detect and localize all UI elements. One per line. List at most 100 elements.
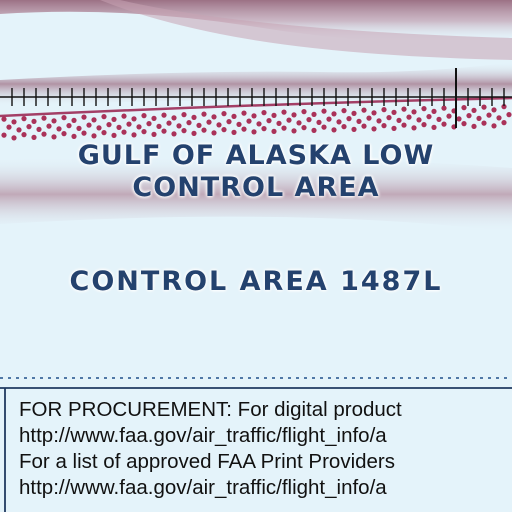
boundary-dot <box>381 107 387 113</box>
boundary-dot <box>216 122 222 128</box>
boundary-dot <box>166 120 172 126</box>
boundary-dot <box>86 122 92 128</box>
boundary-dot <box>191 114 197 120</box>
boundary-dot <box>131 132 137 138</box>
boundary-dot <box>306 117 312 123</box>
boundary-dot <box>91 133 97 139</box>
boundary-dot <box>51 118 57 124</box>
boundary-dot <box>131 116 137 122</box>
boundary-dot <box>466 113 472 119</box>
note-line-print-providers: For a list of approved FAA Print Provide… <box>19 450 395 473</box>
boundary-dot <box>406 114 412 120</box>
boundary-dot <box>181 128 187 134</box>
area-name-line1: GULF OF ALASKA LOW <box>77 140 435 171</box>
boundary-dot <box>111 132 117 138</box>
boundary-dot <box>261 126 267 132</box>
boundary-dot <box>351 110 357 116</box>
boundary-dot <box>196 122 202 128</box>
boundary-dot <box>21 116 27 122</box>
boundary-dot <box>161 112 167 118</box>
boundary-dot <box>336 119 342 125</box>
boundary-dot <box>211 114 217 120</box>
boundary-dot <box>446 113 452 119</box>
boundary-dot <box>296 120 302 126</box>
boundary-dot <box>126 121 132 127</box>
boundary-dot <box>401 122 407 128</box>
note-line-procurement: FOR PROCUREMENT: For digital product <box>19 398 402 421</box>
boundary-dot <box>96 125 102 131</box>
upper-boundary-band <box>0 0 512 60</box>
boundary-dot <box>6 124 12 130</box>
boundary-dot <box>251 113 257 119</box>
boundary-dot <box>481 104 487 110</box>
boundary-dot <box>316 119 322 125</box>
boundary-dot <box>1 116 7 122</box>
boundary-dot <box>361 123 367 129</box>
boundary-dot <box>386 115 392 121</box>
area-name-line2: CONTROL AREA <box>132 172 380 203</box>
boundary-dot <box>241 126 247 132</box>
boundary-dot <box>151 115 157 121</box>
boundary-dot <box>371 126 377 132</box>
boundary-dot <box>361 107 367 113</box>
boundary-dot <box>121 113 127 119</box>
boundary-dot <box>106 122 112 128</box>
boundary-dot <box>506 112 512 118</box>
boundary-dot <box>16 127 22 133</box>
boundary-dot <box>346 116 352 122</box>
note-line-url-2[interactable]: http://www.faa.gov/air_traffic/flight_in… <box>19 475 512 501</box>
boundary-dot <box>321 124 327 130</box>
boundary-dot <box>431 124 437 130</box>
boundary-dot <box>381 123 387 129</box>
boundary-dot <box>66 123 72 129</box>
boundary-dot <box>321 108 327 114</box>
boundary-dot <box>176 123 182 129</box>
boundary-dot <box>286 117 292 123</box>
boundary-dot <box>341 124 347 130</box>
boundary-dot <box>121 129 127 135</box>
boundary-dot <box>396 117 402 123</box>
boundary-dot <box>301 125 307 131</box>
boundary-dot <box>436 116 442 122</box>
boundary-dot <box>51 134 57 140</box>
boundary-dot <box>421 122 427 128</box>
boundary-dot <box>46 123 52 129</box>
boundary-dot <box>181 112 187 118</box>
boundary-dot <box>161 128 167 134</box>
boundary-dot <box>391 109 397 115</box>
boundary-dot <box>301 109 307 115</box>
boundary-dot <box>81 114 87 120</box>
boundary-dot <box>36 126 42 132</box>
boundary-dot <box>461 121 467 127</box>
boundary-dot <box>61 131 67 137</box>
boundary-dot <box>136 124 142 130</box>
boundary-dot <box>256 121 262 127</box>
boundary-dot <box>141 129 147 135</box>
boundary-dot <box>366 115 372 121</box>
boundary-dot <box>276 120 282 126</box>
boundary-dot <box>251 129 257 135</box>
boundary-dot <box>191 130 197 136</box>
boundary-dot <box>486 112 492 118</box>
boundary-dot <box>411 109 417 115</box>
boundary-dot <box>26 124 32 130</box>
boundary-dot <box>411 125 417 131</box>
boundary-dot <box>441 105 447 111</box>
boundary-dot <box>1 132 7 138</box>
boundary-dot <box>356 118 362 124</box>
boundary-dot <box>281 109 287 115</box>
boundary-dot <box>326 116 332 122</box>
boundary-dot <box>226 119 232 125</box>
boundary-dot <box>261 110 267 116</box>
boundary-dot <box>171 115 177 121</box>
boundary-dot <box>171 131 177 137</box>
boundary-dot <box>11 119 17 125</box>
boundary-dot <box>236 121 242 127</box>
boundary-dot <box>71 133 77 139</box>
boundary-dot <box>491 107 497 113</box>
note-line-url[interactable]: http://www.faa.gov/air_traffic/flight_in… <box>19 423 512 449</box>
boundary-dot <box>501 120 507 126</box>
boundary-dot <box>371 110 377 116</box>
boundary-dot <box>186 120 192 126</box>
boundary-dot <box>476 115 482 121</box>
